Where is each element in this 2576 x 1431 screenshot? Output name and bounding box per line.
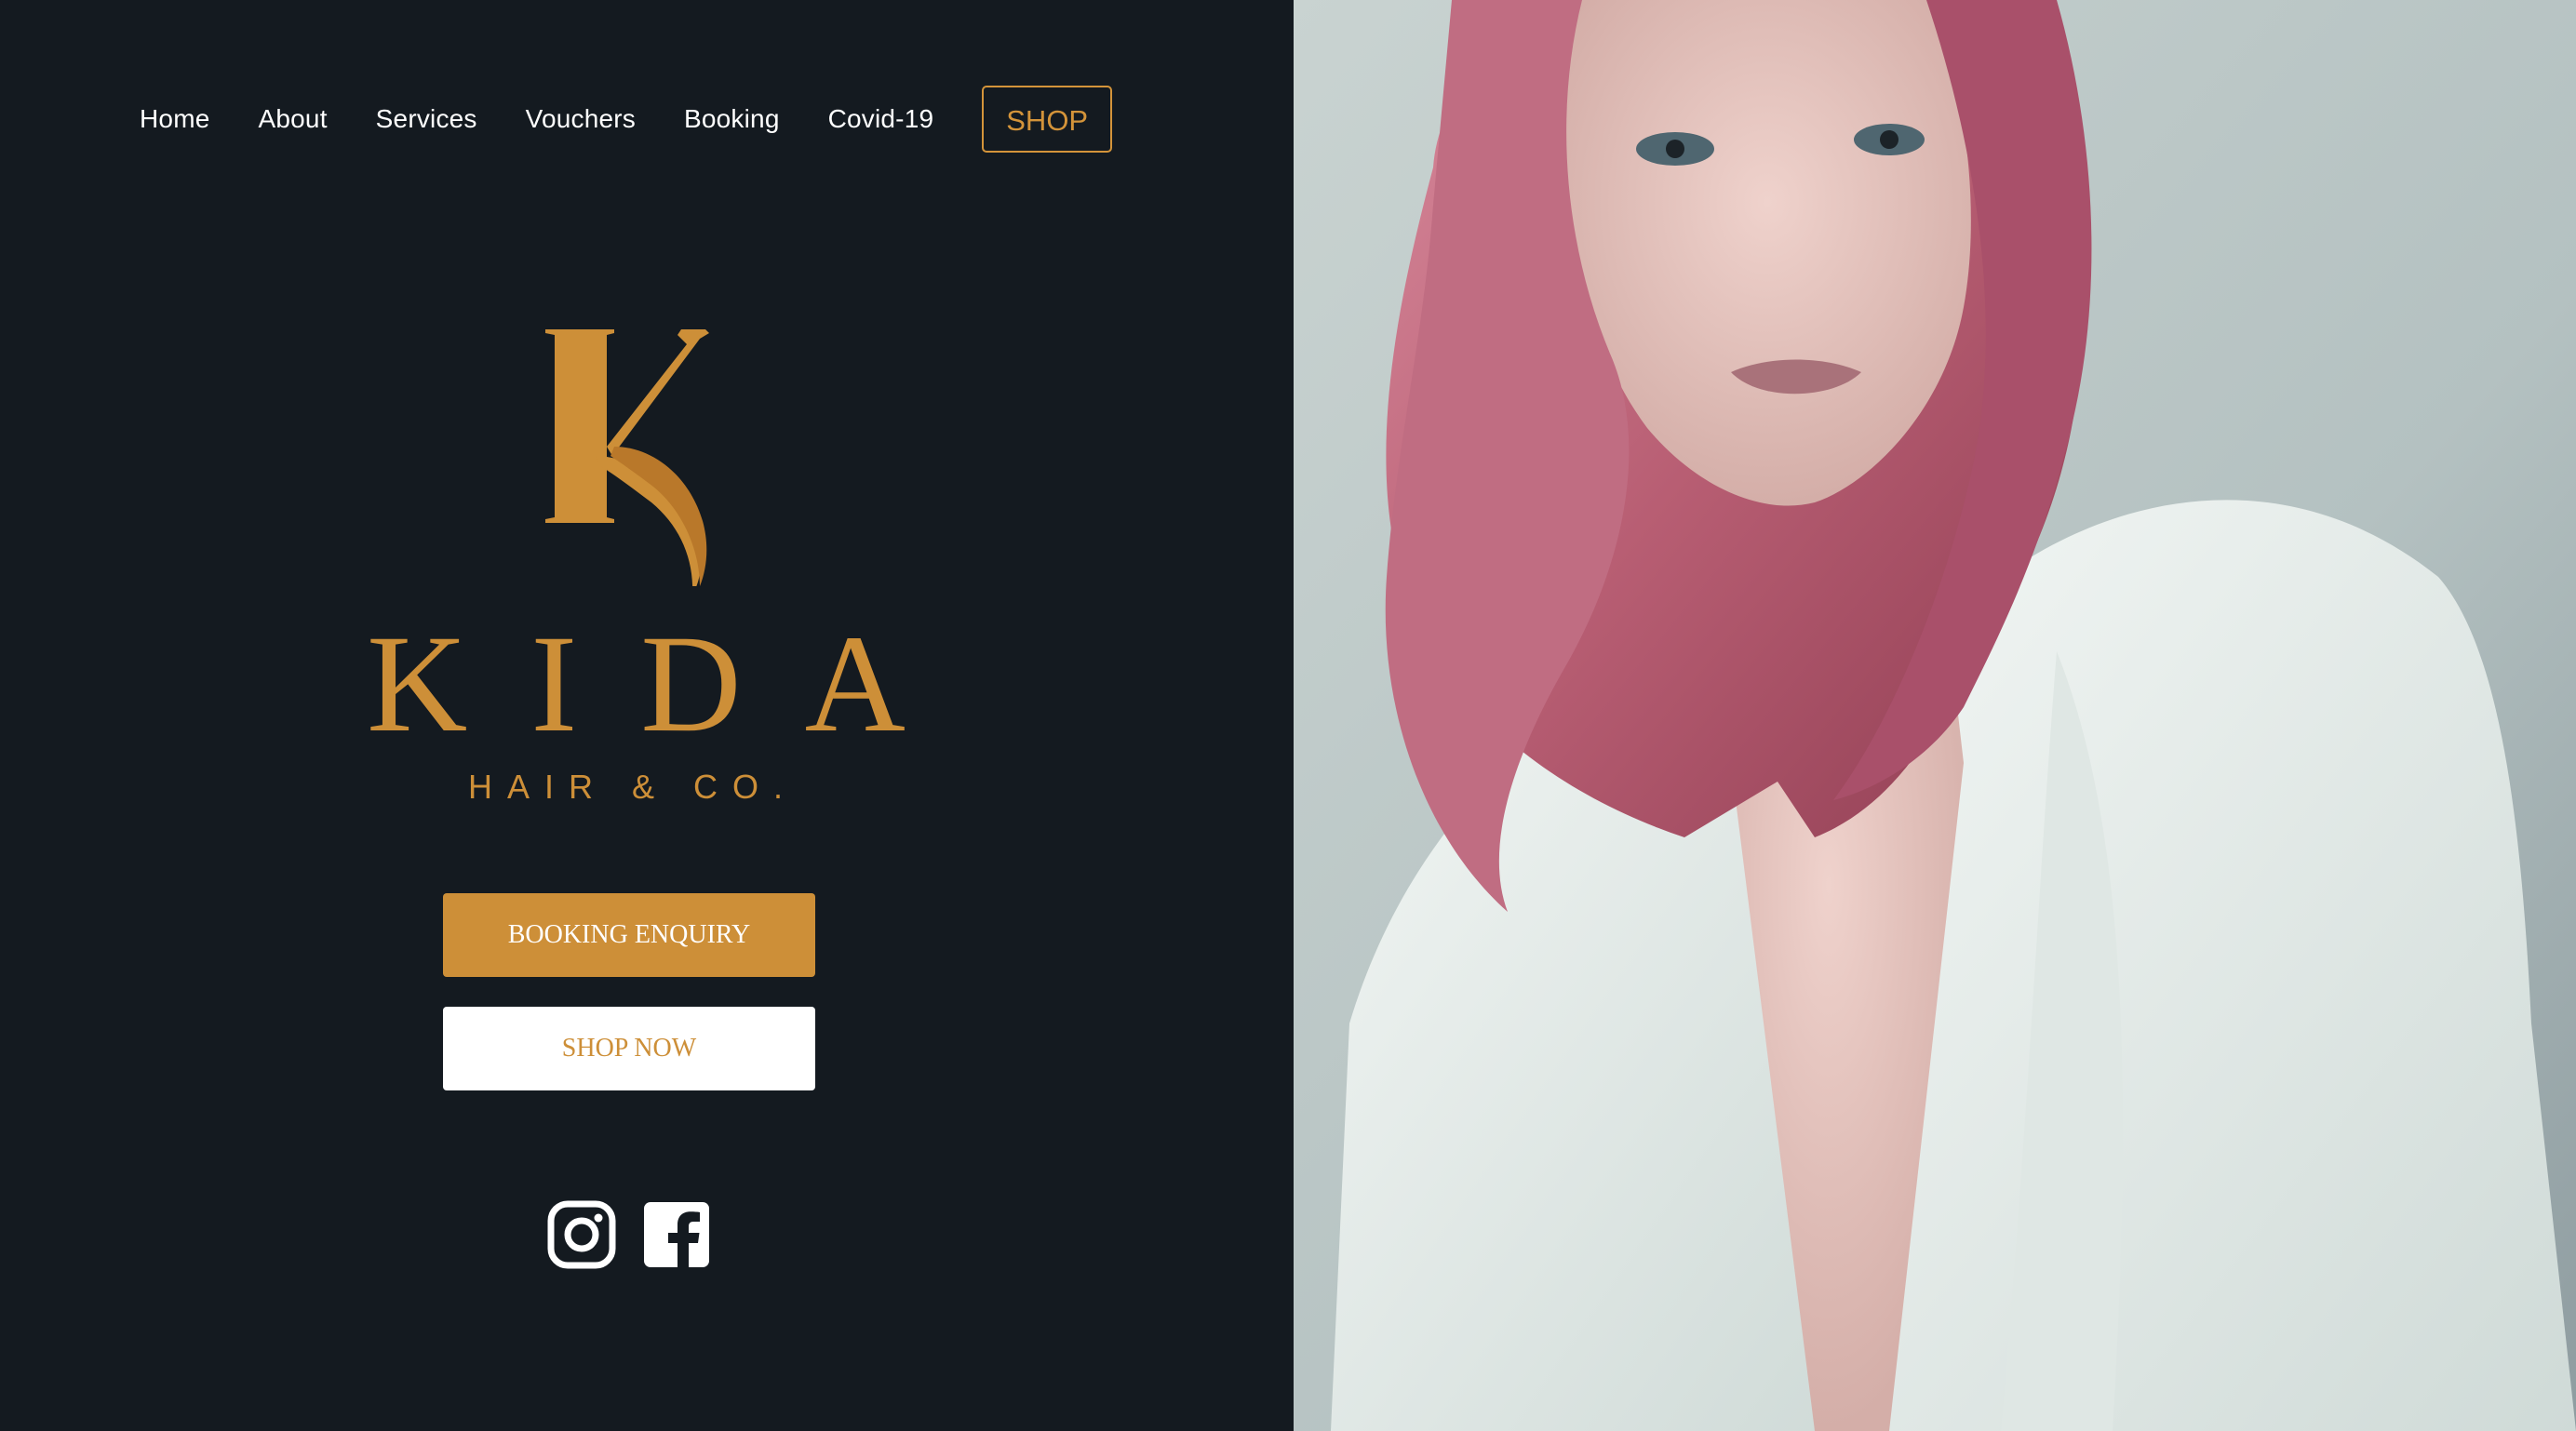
nav-item-services[interactable]: Services bbox=[376, 104, 477, 134]
facebook-icon[interactable] bbox=[642, 1200, 711, 1269]
page: Home About Services Vouchers Booking Cov… bbox=[0, 0, 2576, 1431]
shop-now-button[interactable]: SHOP NOW bbox=[443, 1007, 815, 1090]
portrait-photo bbox=[1294, 0, 2576, 1431]
nav-item-home[interactable]: Home bbox=[140, 104, 210, 134]
nav-item-booking[interactable]: Booking bbox=[684, 104, 780, 134]
nav-shop-button[interactable]: SHOP bbox=[982, 86, 1113, 153]
brand-logo[interactable]: KIDA HAIR & CO. bbox=[335, 307, 931, 828]
nav-item-covid-19[interactable]: Covid-19 bbox=[828, 104, 934, 134]
instagram-icon[interactable] bbox=[547, 1200, 616, 1269]
nav-item-about[interactable]: About bbox=[259, 104, 328, 134]
brand-name: KIDA bbox=[367, 607, 969, 761]
booking-enquiry-button[interactable]: BOOKING ENQUIRY bbox=[443, 893, 815, 977]
main-nav: Home About Services Vouchers Booking Cov… bbox=[140, 84, 1113, 154]
nav-item-vouchers[interactable]: Vouchers bbox=[526, 104, 636, 134]
brand-tagline: HAIR & CO. bbox=[467, 768, 798, 806]
left-panel: Home About Services Vouchers Booking Cov… bbox=[0, 0, 1294, 1431]
k-monogram-icon bbox=[545, 329, 709, 586]
hero-portrait-photo bbox=[1294, 0, 2576, 1431]
